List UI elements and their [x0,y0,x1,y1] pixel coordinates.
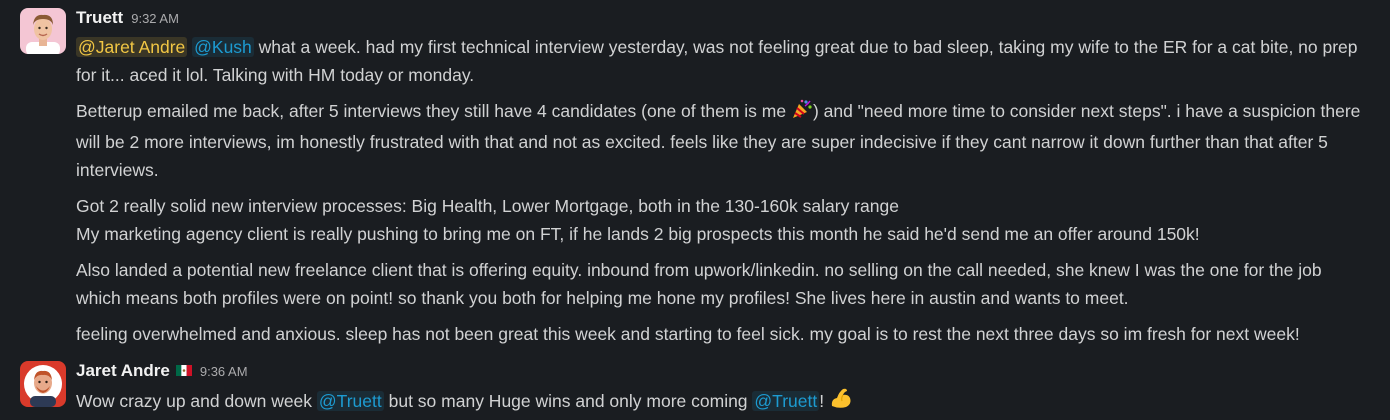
flexed-biceps-icon[interactable] [829,386,853,418]
message-paragraph-5: feeling overwhelmed and anxious. sleep h… [76,320,1370,348]
message-header: Truett 9:32 AM [76,8,1370,30]
avatar-truett[interactable] [20,8,66,54]
message-text: what a week. had my first technical inte… [76,37,1358,85]
message-text: but so many Huge wins and only more comi… [383,391,753,411]
message-text: Also landed a potential new freelance cl… [76,260,1322,308]
mention-jaret-andre[interactable]: @Jaret Andre [76,37,188,57]
message-body-truett: Truett 9:32 AM @Jaret Andre @Kush what a… [76,8,1370,348]
message-paragraph-3: Got 2 really solid new interview process… [76,192,1370,248]
avatar-jaret-andre[interactable] [20,361,66,407]
message-header: Jaret Andre 9:36 AM [76,361,1370,383]
message-text: Wow crazy up and down week [76,391,317,411]
author-name[interactable]: Jaret Andre [76,361,170,381]
party-popper-icon[interactable] [791,98,813,128]
message-text: ! [819,391,825,411]
mention-truett[interactable]: @Truett [752,391,820,411]
message-text: My marketing agency client is really pus… [76,224,1200,244]
message-body-jaret-andre: Jaret Andre 9:36 AM Wow crazy up and dow… [76,361,1370,418]
message-paragraph-4: Also landed a potential new freelance cl… [76,256,1370,312]
message-text: Betterup emailed me back, after 5 interv… [76,101,791,121]
message-paragraph-1: Wow crazy up and down week @Truett but s… [76,386,1370,418]
mention-kush[interactable]: @Kush [192,37,254,57]
author-name[interactable]: Truett [76,8,123,28]
mexico-flag-icon [175,363,192,376]
message-paragraph-2: Betterup emailed me back, after 5 interv… [76,97,1370,184]
message-text: feeling overwhelmed and anxious. sleep h… [76,324,1300,344]
message-text: Got 2 really solid new interview process… [76,196,899,216]
message-paragraph-1: @Jaret Andre @Kush what a week. had my f… [76,33,1370,89]
timestamp[interactable]: 9:32 AM [131,11,179,26]
mention-truett[interactable]: @Truett [316,391,384,411]
timestamp[interactable]: 9:36 AM [200,364,248,379]
